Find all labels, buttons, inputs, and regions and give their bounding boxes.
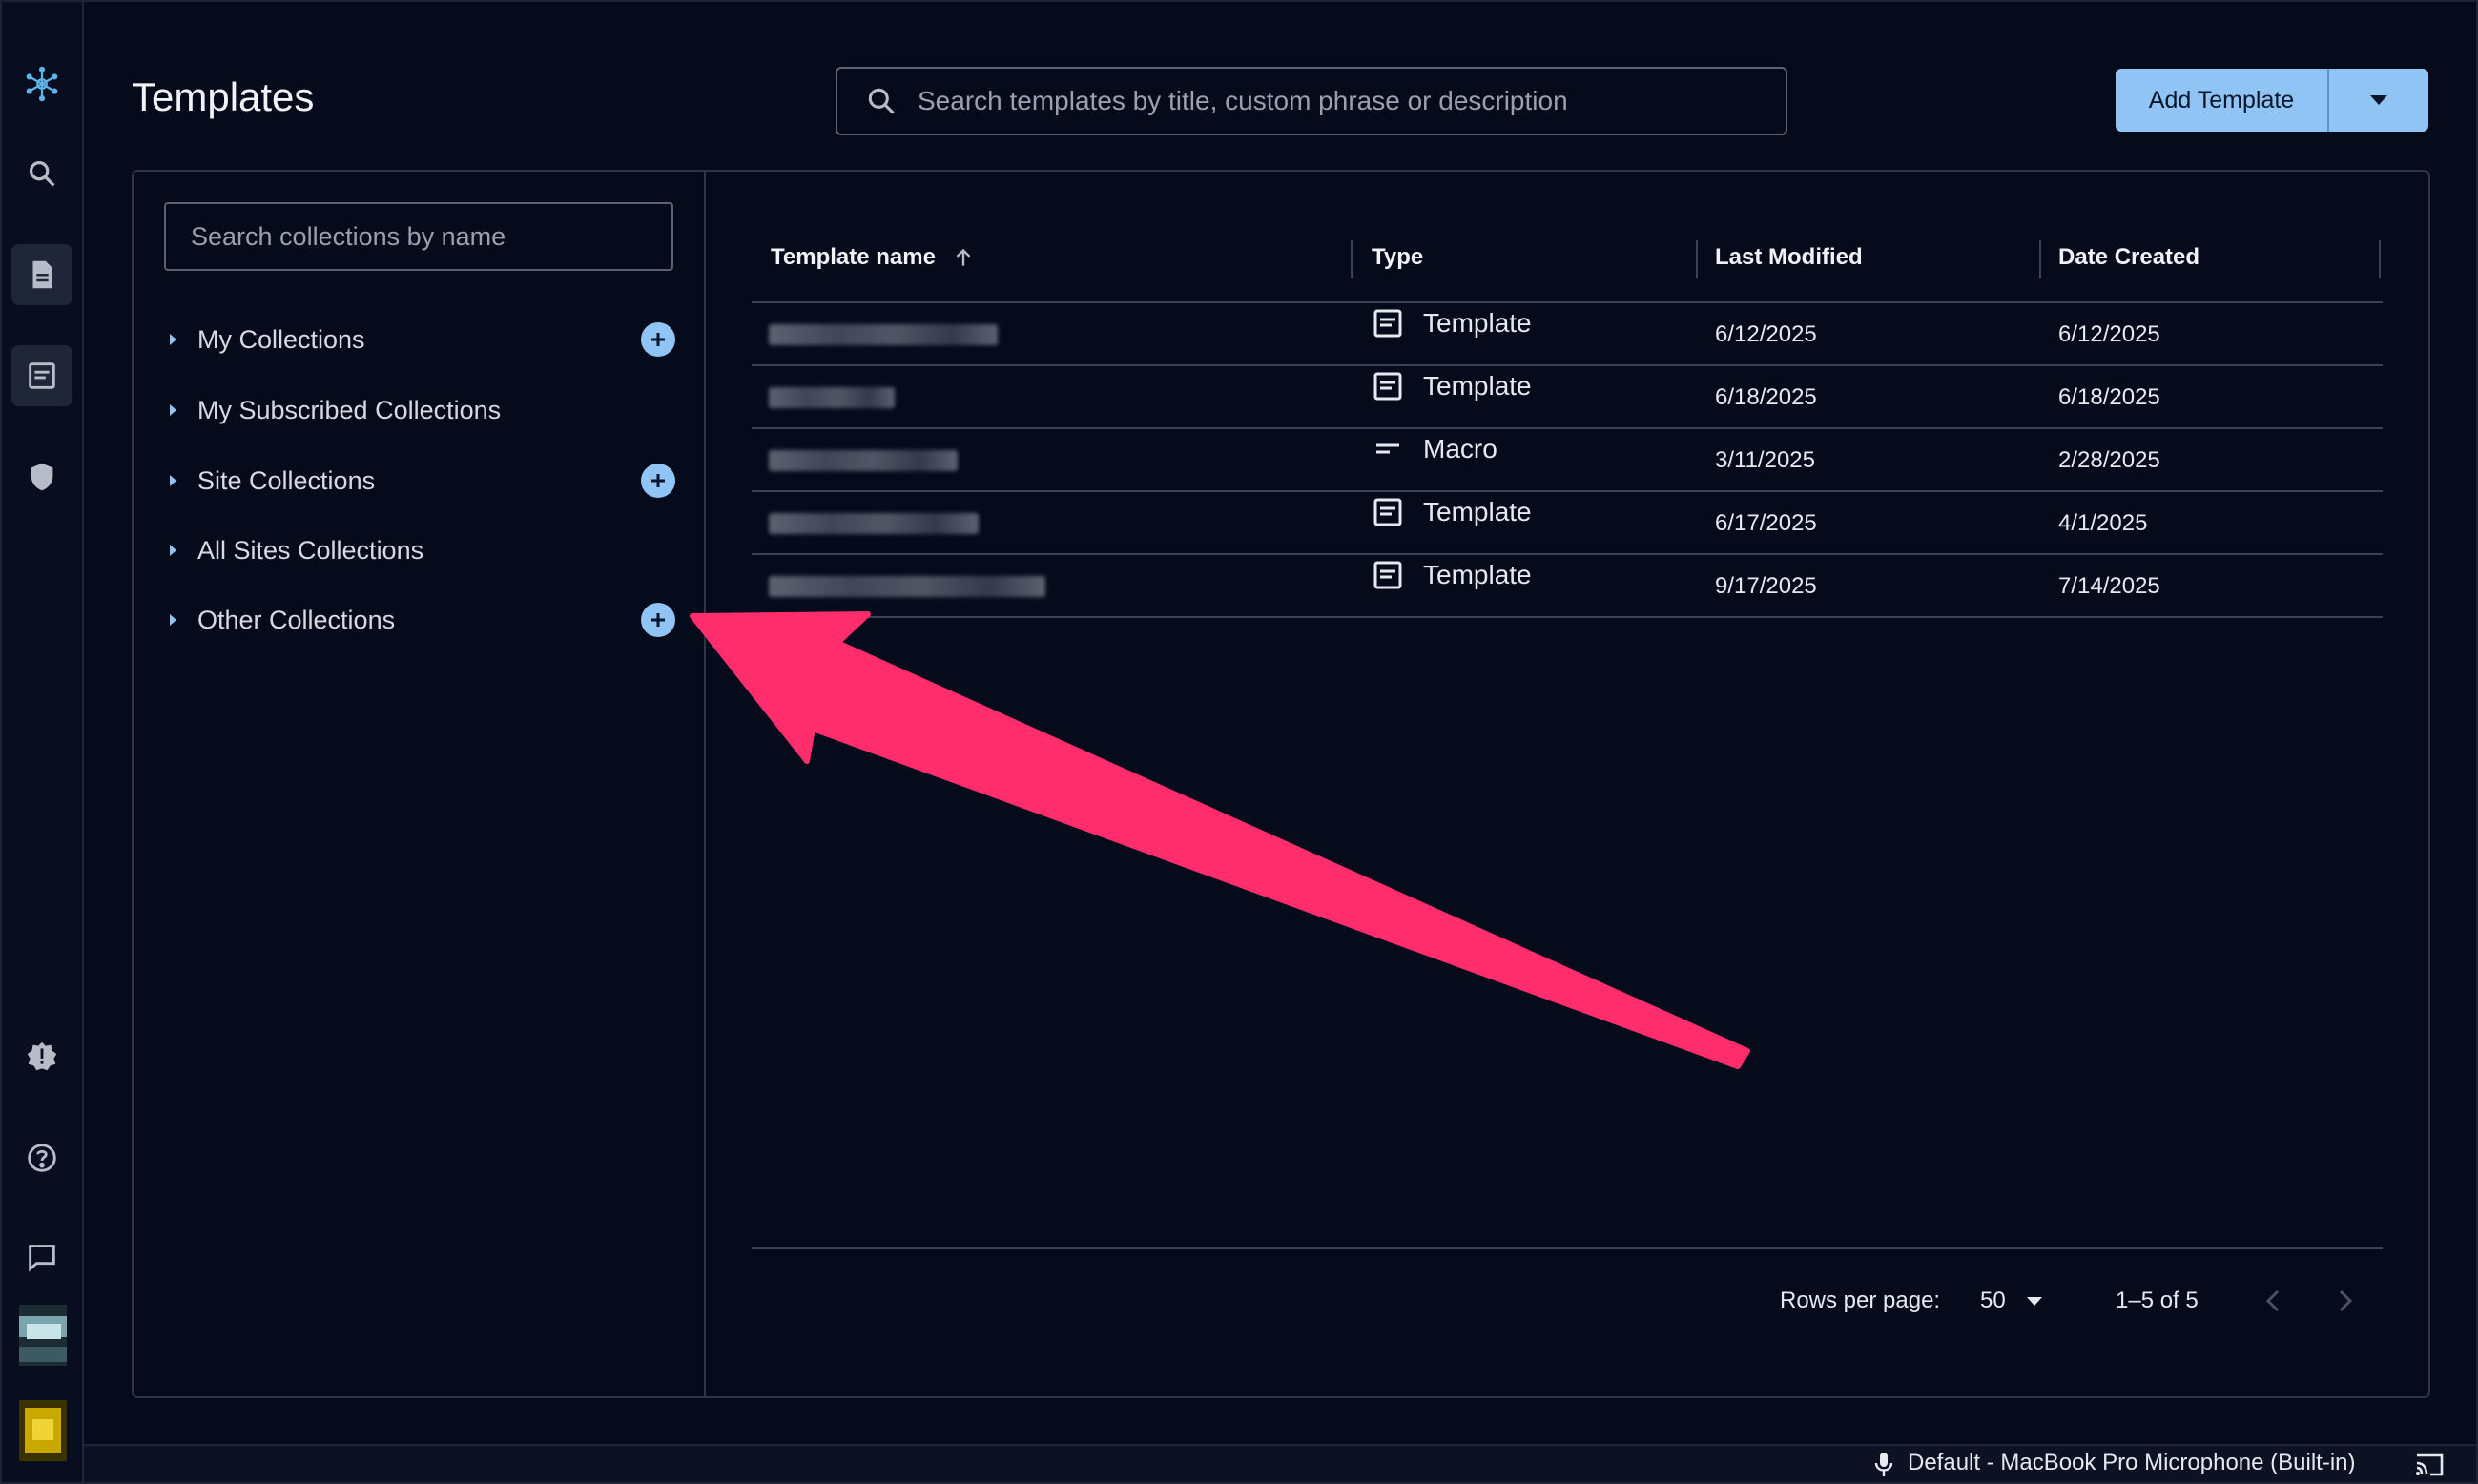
column-divider — [2379, 240, 2381, 278]
macro-icon — [1376, 443, 1399, 454]
add-collection-button[interactable] — [641, 322, 675, 357]
add-collection-button[interactable] — [641, 603, 675, 637]
type-cell: Macro — [1372, 418, 1497, 481]
table-row[interactable]: Template 6/18/2025 6/18/2025 — [752, 366, 2383, 429]
add-collection-button[interactable] — [641, 464, 675, 498]
microphone-status: Default - MacBook Pro Microphone (Built-… — [1908, 1450, 2356, 1475]
caret-down-icon — [2370, 95, 2387, 105]
plus-icon — [651, 613, 665, 627]
table-row[interactable]: Template 6/12/2025 6/12/2025 — [752, 303, 2383, 366]
collection-my-subscribed[interactable]: My Subscribed Collections — [164, 381, 673, 439]
plus-icon — [651, 474, 665, 487]
column-divider — [2039, 240, 2041, 278]
app-logo-icon[interactable] — [11, 53, 72, 114]
column-label: Template name — [771, 244, 936, 270]
date-created-cell: 6/12/2025 — [2058, 321, 2160, 347]
last-modified-cell: 6/18/2025 — [1715, 384, 1817, 410]
table-row[interactable]: Macro 3/11/2025 2/28/2025 — [752, 429, 2383, 492]
templates-icon[interactable] — [11, 345, 72, 406]
settings-alert-icon[interactable] — [11, 1026, 72, 1087]
shield-icon[interactable] — [11, 446, 72, 507]
date-created-cell: 4/1/2025 — [2058, 510, 2148, 536]
collections-search-input[interactable] — [164, 202, 673, 271]
chevron-right-icon[interactable] — [2327, 1284, 2362, 1318]
notes-icon[interactable] — [11, 244, 72, 305]
type-cell: Template — [1372, 481, 1532, 544]
caret-right-icon — [170, 545, 176, 556]
redacted-name — [769, 450, 958, 471]
column-template-name[interactable]: Template name — [771, 212, 976, 303]
type-cell: Template — [1372, 544, 1532, 607]
redacted-name — [769, 387, 895, 408]
search-icon — [868, 88, 895, 114]
collection-label: My Collections — [197, 324, 365, 354]
collections-pane: My Collections My Subscribed Collections… — [134, 172, 706, 1396]
collection-site[interactable]: Site Collections — [164, 452, 675, 509]
redacted-name — [769, 576, 1045, 597]
templates-table: Template name Type Last Modified Date Cr… — [752, 212, 2383, 618]
column-date-created[interactable]: Date Created — [2058, 212, 2199, 303]
chevron-left-icon[interactable] — [2257, 1284, 2291, 1318]
column-type[interactable]: Type — [1372, 212, 1423, 303]
page-title: Templates — [132, 74, 315, 119]
collection-label: Other Collections — [197, 605, 396, 634]
add-template-button[interactable]: Add Template — [2116, 69, 2329, 132]
table-row[interactable]: Template 9/17/2025 7/14/2025 — [752, 555, 2383, 618]
microphone-icon — [1874, 1453, 1893, 1476]
avatar[interactable] — [19, 1305, 67, 1366]
collection-all-sites[interactable]: All Sites Collections — [164, 522, 673, 579]
nav-rail — [2, 2, 84, 1482]
caret-right-icon — [170, 614, 176, 626]
column-last-modified[interactable]: Last Modified — [1715, 212, 1863, 303]
template-search-input[interactable] — [918, 72, 1757, 130]
type-cell: Template — [1372, 292, 1532, 355]
caret-right-icon — [170, 404, 176, 416]
column-divider — [1351, 240, 1353, 278]
column-divider — [1696, 240, 1698, 278]
collection-my-collections[interactable]: My Collections — [164, 311, 675, 368]
date-created-cell: 7/14/2025 — [2058, 573, 2160, 599]
page-range: 1–5 of 5 — [2116, 1288, 2199, 1313]
last-modified-cell: 9/17/2025 — [1715, 573, 1817, 599]
plus-icon — [651, 333, 665, 346]
rows-per-page-value: 50 — [1980, 1288, 2006, 1313]
type-label: Template — [1423, 308, 1532, 338]
redacted-name — [769, 513, 979, 534]
type-label: Macro — [1423, 434, 1497, 464]
redacted-name — [769, 324, 998, 345]
type-label: Template — [1423, 371, 1532, 401]
date-created-cell: 2/28/2025 — [2058, 447, 2160, 473]
collection-other[interactable]: Other Collections — [164, 591, 675, 649]
type-label: Template — [1423, 560, 1532, 589]
pagination-divider — [752, 1247, 2383, 1249]
collection-label: My Subscribed Collections — [197, 395, 502, 424]
template-icon — [1373, 372, 1402, 401]
collection-label: All Sites Collections — [197, 535, 424, 565]
table-header: Template name Type Last Modified Date Cr… — [752, 212, 2383, 303]
date-created-cell: 6/18/2025 — [2058, 384, 2160, 410]
rows-per-page-label: Rows per page: — [1780, 1288, 1941, 1313]
caret-right-icon — [170, 334, 176, 345]
last-modified-cell: 3/11/2025 — [1715, 447, 1815, 473]
cast-icon[interactable] — [2413, 1450, 2446, 1478]
arrow-up-icon — [956, 248, 971, 266]
collection-label: Site Collections — [197, 465, 376, 495]
template-icon — [1373, 309, 1402, 338]
site-avatar[interactable] — [19, 1400, 67, 1461]
type-cell: Template — [1372, 355, 1532, 418]
caret-right-icon — [170, 475, 176, 486]
template-search[interactable] — [836, 67, 1787, 135]
rows-per-page-select[interactable]: 50 — [1980, 1272, 2042, 1329]
template-icon — [1373, 561, 1402, 589]
search-icon[interactable] — [11, 143, 72, 204]
table-row[interactable]: Template 6/17/2025 4/1/2025 — [752, 492, 2383, 555]
type-label: Template — [1423, 497, 1532, 526]
add-template-dropdown-button[interactable] — [2329, 69, 2428, 132]
last-modified-cell: 6/12/2025 — [1715, 321, 1817, 347]
last-modified-cell: 6/17/2025 — [1715, 510, 1817, 536]
chat-icon[interactable] — [11, 1226, 72, 1288]
template-icon — [1373, 498, 1402, 526]
caret-down-icon — [2026, 1296, 2042, 1306]
help-icon[interactable] — [11, 1127, 72, 1188]
